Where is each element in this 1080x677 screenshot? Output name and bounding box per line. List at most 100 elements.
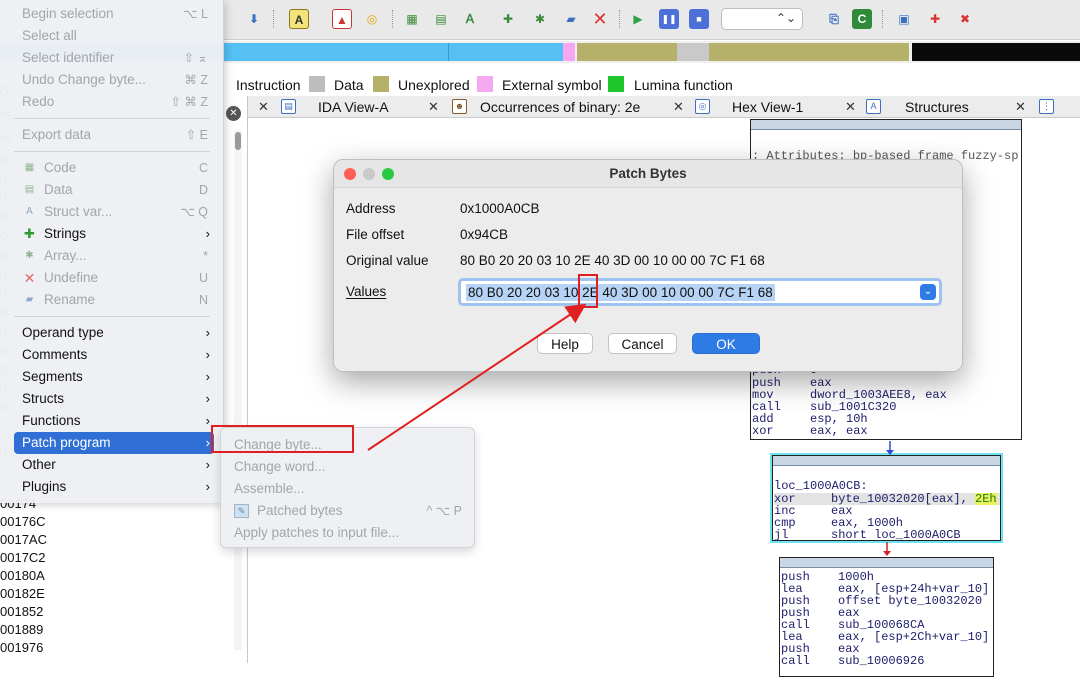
- function-address[interactable]: 0017C2: [0, 550, 46, 565]
- function-address[interactable]: 0017AC: [0, 532, 47, 547]
- graph-icon[interactable]: ▣: [894, 9, 914, 29]
- scrollbar[interactable]: [234, 130, 242, 650]
- menu-item-redo[interactable]: Redo ⇧ ⌘ Z: [0, 91, 224, 113]
- menu-item-operand-type[interactable]: Operand type ›: [0, 322, 224, 344]
- submenu-item-assemble[interactable]: Assemble...: [221, 478, 476, 500]
- close-icon[interactable]: ✕: [258, 96, 269, 118]
- menu-item-segments[interactable]: Segments ›: [0, 366, 224, 388]
- debugger-select[interactable]: ⌃⌄: [721, 8, 803, 30]
- menu-item-undefine[interactable]: ✕ Undefine U: [0, 267, 224, 289]
- submenu-item-change-word[interactable]: Change word...: [221, 456, 476, 478]
- values-input[interactable]: 80 B0 20 20 03 10 2E 40 3D 00 10 00 00 7…: [458, 278, 942, 306]
- menu-item-export-data[interactable]: Export data ⇧ E: [0, 124, 224, 146]
- menu-item-struct-var[interactable]: A Struct var... ⌥ Q: [0, 201, 224, 223]
- nav-segment-black: [912, 43, 1080, 61]
- tab-hex-view-1[interactable]: ✕ ◎ Hex View-1: [673, 96, 833, 118]
- menu-item-array[interactable]: ✱ Array... *: [0, 245, 224, 267]
- menu-item-other[interactable]: Other ›: [0, 454, 224, 476]
- values-selected-text: 80 B0 20 20 03 10 2E 40 3D 00 10 00 00 7…: [466, 284, 775, 301]
- menu-shortcut: U: [198, 271, 208, 285]
- close-icon[interactable]: ✕: [673, 96, 684, 118]
- menu-label: Rename: [44, 292, 96, 307]
- jump-down-icon[interactable]: ⬇: [244, 9, 264, 29]
- make-data-icon[interactable]: ▤: [431, 9, 451, 29]
- function-address[interactable]: 00176C: [0, 514, 46, 529]
- alert-icon[interactable]: ▲: [332, 9, 352, 29]
- run-icon[interactable]: ▶: [628, 9, 648, 29]
- toolbar-separator: [392, 10, 394, 28]
- submenu-item-change-byte[interactable]: Change byte...: [221, 434, 476, 456]
- make-code-icon[interactable]: ▦: [402, 9, 422, 29]
- function-address[interactable]: 001852: [0, 604, 43, 619]
- menu-item-begin-selection[interactable]: Begin selection ⌥ L: [0, 3, 224, 25]
- menu-label: Undefine: [44, 270, 99, 285]
- menu-label: Apply patches to input file...: [234, 525, 400, 540]
- close-icon[interactable]: ✕: [428, 96, 439, 118]
- cancel-button[interactable]: Cancel: [608, 333, 677, 354]
- menu-label: Change byte...: [234, 437, 322, 452]
- patch-program-submenu: Change byte... Change word... Assemble..…: [220, 427, 475, 548]
- menu-label: Select identifier: [22, 50, 115, 65]
- rename-icon[interactable]: ▰: [561, 9, 581, 29]
- menu-shortcut: ⇧ ⌘ Z: [170, 95, 208, 109]
- submenu-item-patched-bytes[interactable]: ✎ Patched bytes ^ ⌥ P: [221, 500, 476, 522]
- scrollbar-thumb[interactable]: [235, 132, 241, 150]
- menu-item-data[interactable]: ▤ Data D: [0, 179, 224, 201]
- strings-icon: ✚: [24, 226, 35, 241]
- nav-segment-data: [677, 43, 709, 61]
- menu-item-plugins[interactable]: Plugins ›: [0, 476, 224, 498]
- struct-icon[interactable]: Ａ: [460, 9, 480, 29]
- function-address[interactable]: 001976: [0, 640, 43, 655]
- function-address[interactable]: 00180A: [0, 568, 45, 583]
- close-icon[interactable]: ✕: [1015, 96, 1026, 118]
- menu-item-code[interactable]: ▦ Code C: [0, 157, 224, 179]
- tab-next[interactable]: ✕ ⋮: [1015, 96, 1075, 118]
- chevron-down-icon[interactable]: ⌄: [920, 284, 936, 300]
- menu-item-strings[interactable]: ✚ Strings ›: [0, 223, 224, 245]
- tab-occurrences[interactable]: ✕ ☻ Occurrences of binary: 2e: [428, 96, 658, 118]
- menu-item-patch-program[interactable]: Patch program ›: [14, 432, 214, 454]
- stop-icon[interactable]: ■: [689, 9, 709, 29]
- array-icon[interactable]: ✱: [530, 9, 550, 29]
- menu-label: Change word...: [234, 459, 326, 474]
- submenu-item-apply-patches[interactable]: Apply patches to input file...: [221, 522, 476, 544]
- menu-label: Other: [22, 457, 56, 472]
- chevron-right-icon: ›: [205, 435, 210, 450]
- attach-icon[interactable]: ⎘: [824, 9, 844, 29]
- function-address[interactable]: 00182E: [0, 586, 45, 601]
- help-button[interactable]: Help: [537, 333, 593, 354]
- breakpoint-add-icon[interactable]: ✚: [925, 9, 945, 29]
- menu-item-functions[interactable]: Functions ›: [0, 410, 224, 432]
- menu-separator: [14, 151, 210, 152]
- tab-ida-view-a[interactable]: ✕ ▤ IDA View-A: [258, 96, 418, 118]
- c-source-icon[interactable]: C: [852, 9, 872, 29]
- nav-segment-unexplored: [577, 43, 677, 61]
- legend-swatch-external: [477, 76, 493, 92]
- close-icon[interactable]: ✕: [845, 96, 856, 118]
- close-icon[interactable]: ✕: [226, 106, 241, 121]
- strings-icon[interactable]: ✚: [498, 9, 518, 29]
- breakpoint-remove-icon[interactable]: ✖: [955, 9, 975, 29]
- menu-item-undo[interactable]: Undo Change byte... ⌘ Z: [0, 69, 224, 91]
- nav-segment: [448, 43, 563, 61]
- ok-button[interactable]: OK: [692, 333, 760, 354]
- tab-structures[interactable]: ✕ A Structures: [845, 96, 1015, 118]
- toolbar-separator: [619, 10, 621, 28]
- tab-label: Structures: [905, 99, 969, 115]
- values-label: Values: [346, 284, 387, 299]
- search-icon[interactable]: ◎: [362, 9, 382, 29]
- pause-icon[interactable]: ❚❚: [659, 9, 679, 29]
- file-offset-label: File offset: [346, 227, 405, 242]
- function-address[interactable]: 001889: [0, 622, 43, 637]
- text-view-icon[interactable]: A: [289, 9, 309, 29]
- undefine-icon: ✕: [23, 270, 36, 286]
- menu-shortcut: *: [203, 249, 208, 263]
- legend-swatch-lumina: [608, 76, 624, 92]
- undefine-icon[interactable]: ✕: [590, 9, 610, 29]
- menu-item-select-identifier[interactable]: Select identifier ⇧ ⌅: [0, 47, 224, 69]
- menu-item-select-all[interactable]: Select all: [0, 25, 224, 47]
- dialog-title: Patch Bytes: [609, 166, 687, 181]
- menu-item-structs[interactable]: Structs ›: [0, 388, 224, 410]
- menu-item-rename[interactable]: ▰ Rename N: [0, 289, 224, 311]
- menu-item-comments[interactable]: Comments ›: [0, 344, 224, 366]
